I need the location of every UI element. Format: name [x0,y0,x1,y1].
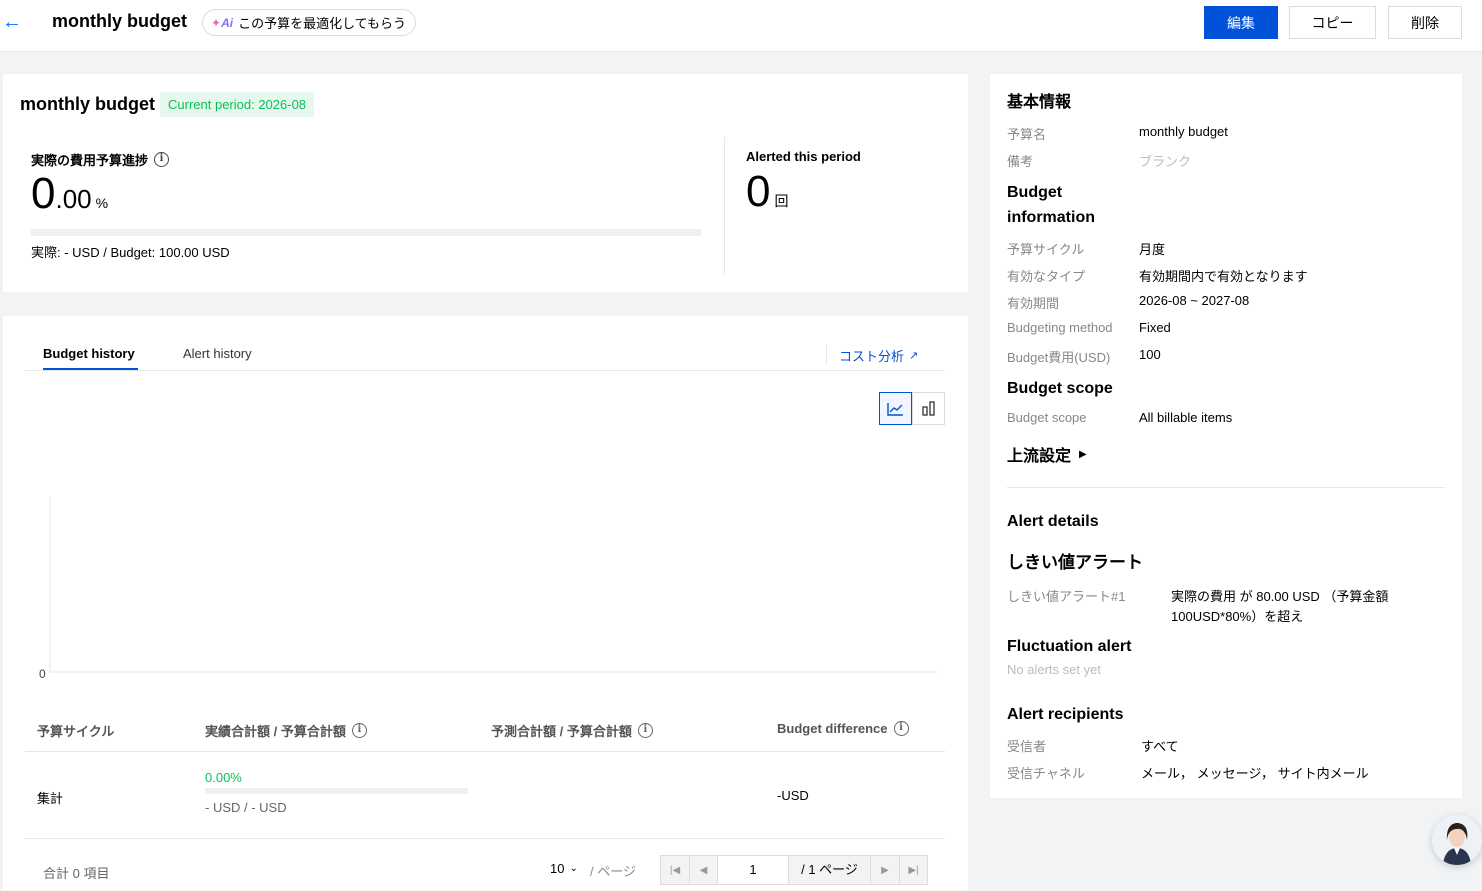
external-link-icon: ↗ [909,350,919,362]
next-page-icon[interactable]: ▶ [871,856,899,884]
budget-amount-value: 100 [1139,347,1161,362]
alert-details-title: Alert details [1007,513,1099,530]
back-arrow-icon[interactable]: ← [2,12,22,32]
ai-icon: ✦Ai [211,15,234,30]
y-axis-tick-label: 0 [39,667,46,681]
budget-name-value: monthly budget [1139,124,1228,139]
caret-right-icon: ▶ [1079,448,1087,460]
history-tabs: Budget history Alert history コスト分析 ↗ [25,338,945,371]
bar-chart-toggle[interactable] [912,392,945,425]
budget-history-chart [49,496,938,673]
budgeting-method-key: Budgeting method [1007,320,1113,335]
total-pages: / 1 ページ [789,856,871,884]
ai-optimize-button[interactable]: ✦Ai この予算を最適化してもらう [202,9,417,36]
actual-percentage: 0.00% [205,770,242,785]
alerted-count: 0回 [746,167,789,216]
assistant-avatar[interactable] [1432,815,1482,865]
last-page-icon[interactable]: ▶| [899,856,927,884]
column-header-cycle: 予算サイクル [37,724,115,739]
table-row: 集計 0.00% - USD / - USD -USD [25,752,945,839]
progress-detail: 実際: - USD / Budget: 100.00 USD [31,245,230,260]
threshold-alert-value: 実際の費用 が 80.00 USD （予算金額 [1171,589,1389,604]
tab-budget-history[interactable]: Budget history [43,346,135,361]
top-bar: ← monthly budget ✦Ai この予算を最適化してもらう 編集 コピ… [0,0,1482,52]
budget-info-title: Budget [1007,184,1063,201]
recipients-value: すべて [1141,739,1179,754]
info-icon[interactable]: i [351,723,367,738]
alert-recipients-title: Alert recipients [1007,706,1124,723]
alerted-title: Alerted this period [746,149,861,164]
budget-name-key: 予算名 [1007,127,1047,142]
copy-button[interactable]: コピー [1289,6,1376,39]
info-icon[interactable]: i [893,721,909,736]
prev-page-icon[interactable]: ◀ [689,856,717,884]
valid-type-value: 有効期間内で有効となります [1139,269,1308,284]
fluctuation-empty: No alerts set yet [1007,662,1101,677]
actual-progress-bar [205,788,468,794]
active-tab-indicator [43,368,138,370]
cycle-cell: 集計 [37,791,64,806]
delete-button[interactable]: 削除 [1388,6,1462,39]
actual-amounts: - USD / - USD [205,800,287,815]
divider [826,344,827,364]
info-icon[interactable]: i [637,723,653,738]
column-header-actual: 実績合計額 / 予算合計額 i [205,721,367,740]
cost-analysis-link[interactable]: コスト分析 ↗ [839,346,918,365]
threshold-alert-value-line2: 100USD*80%）を超え [1171,609,1304,624]
info-icon[interactable]: i [154,152,170,167]
scope-value: All billable items [1139,410,1233,425]
fluctuation-alert-title: Fluctuation alert [1007,638,1132,655]
summary-card: monthly budget Current period: 2026-08 実… [3,74,968,292]
remark-key: 備考 [1007,154,1034,169]
valid-type-key: 有効なタイプ [1007,269,1086,284]
page-size-unit: / ページ [590,864,636,879]
progress-title: 実際の費用予算進捗 i [31,150,170,169]
bar-chart-icon [921,401,935,416]
line-chart-icon [887,402,903,416]
divider [724,137,725,275]
column-header-forecast: 予測合計額 / 予算合計額 i [491,721,653,740]
page-size-select[interactable]: 10 ⌄ [550,861,578,876]
first-page-icon[interactable]: |◀ [661,856,689,884]
threshold-alert-title: しきい値アラート [1007,553,1143,572]
table-header: 予算サイクル 実績合計額 / 予算合計額 i 予測合計額 / 予算合計額 i Bud… [25,706,945,752]
channels-value: メール， メッセージ， サイト内メール [1141,766,1369,781]
channels-key: 受信チャネル [1007,766,1085,781]
remark-value: ブランク [1139,154,1192,169]
page-title: monthly budget [52,11,187,31]
page-number-input[interactable]: 1 [717,856,789,884]
progress-bar [31,229,701,236]
edit-button[interactable]: 編集 [1204,6,1278,39]
upstream-settings-toggle[interactable]: 上流設定 ▶ [1007,442,1087,466]
threshold-alert-key: しきい値アラート#1 [1007,589,1126,604]
total-count: 合計 0 項目 [43,866,110,881]
budget-name: monthly budget [20,94,155,114]
progress-percentage: 0.00% [31,169,109,218]
budget-amount-key: Budget費用(USD) [1007,350,1111,365]
assistant-avatar-icon [1432,815,1482,865]
valid-period-key: 有効期間 [1007,296,1060,311]
budgeting-method-value: Fixed [1139,320,1171,335]
pagination: |◀ ◀ 1 / 1 ページ ▶ ▶| [660,855,928,885]
cycle-value: 月度 [1139,242,1166,257]
line-chart-toggle[interactable] [879,392,912,425]
basic-info-title: 基本情報 [1007,94,1072,111]
budget-scope-title: Budget scope [1007,380,1113,397]
current-period-badge: Current period: 2026-08 [160,92,315,117]
info-card: 基本情報 予算名 monthly budget 備考 ブランク Budget i… [990,74,1462,798]
valid-period-value: 2026-08 ~ 2027-08 [1139,293,1250,308]
column-header-difference: Budget difference i [777,721,909,736]
difference-cell: -USD [777,788,809,803]
ai-optimize-label: この予算を最適化してもらう [238,16,407,31]
tab-alert-history[interactable]: Alert history [183,346,252,361]
history-card: Budget history Alert history コスト分析 ↗ 0 予… [3,316,968,891]
budget-info-title-line2: information [1007,209,1095,226]
chevron-down-icon: ⌄ [569,863,578,874]
scope-key: Budget scope [1007,410,1087,425]
cycle-key: 予算サイクル [1007,242,1085,257]
progress-title-text: 実際の費用予算進捗 [31,153,149,168]
divider [1007,487,1445,488]
recipients-key: 受信者 [1007,739,1047,754]
